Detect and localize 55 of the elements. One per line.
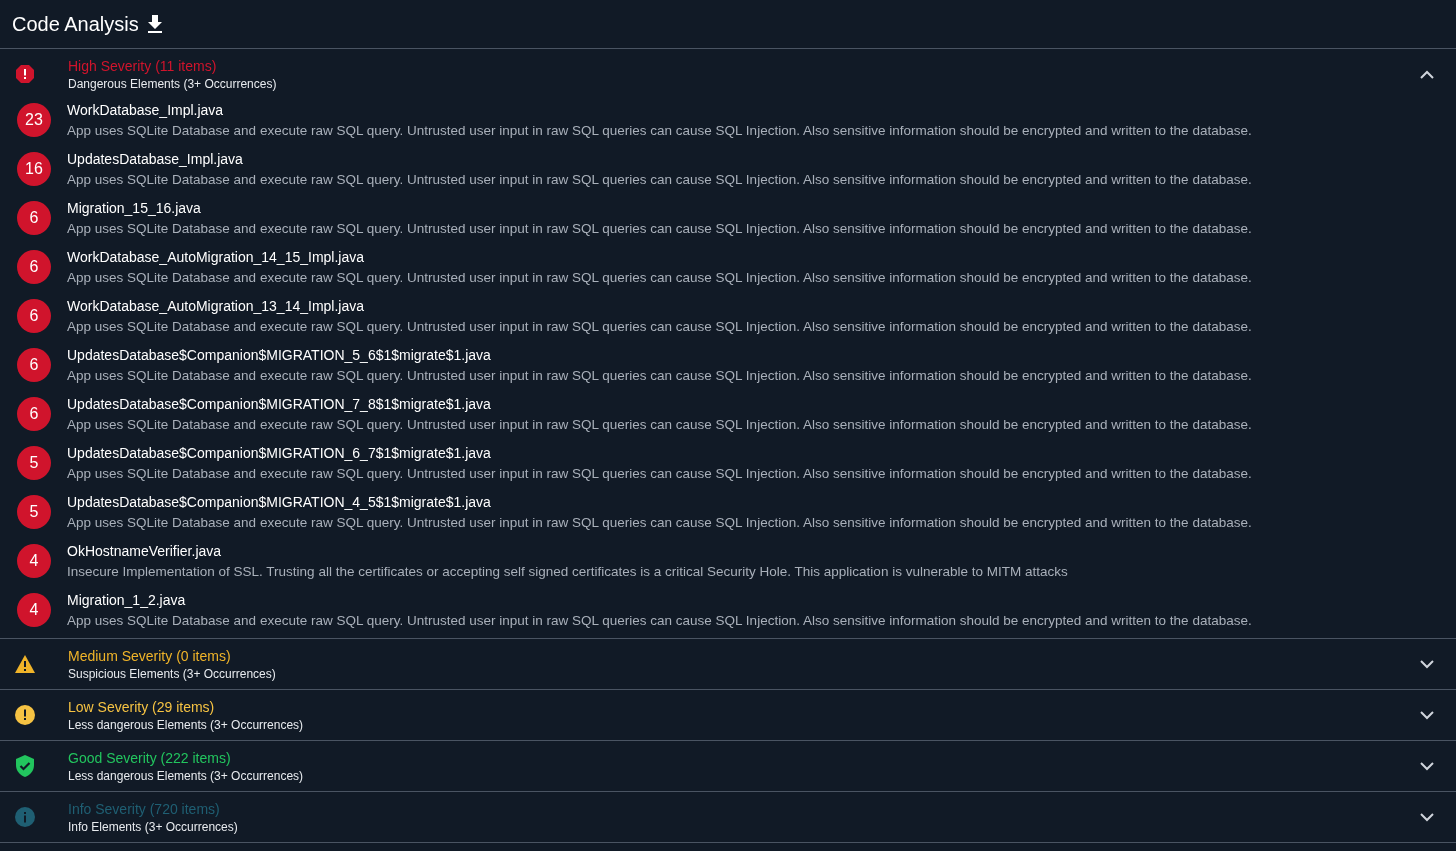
- severity-title: Good Severity (222 items): [68, 749, 232, 766]
- count-badge: 23: [17, 102, 51, 137]
- chevron-down-icon[interactable]: [1420, 812, 1434, 822]
- severity-section-header[interactable]: Medium Severity (0 items) Suspicious Elements (3+ Occurrences): [0, 639, 1456, 689]
- severity-subtitle: Less dangerous Elements (3+ Occurrences): [68, 768, 305, 783]
- count-badge: 4: [17, 543, 51, 578]
- severity-section-header[interactable]: Good Severity (222 items) Less dangerous Elements (3+ Occurrences): [0, 741, 1456, 791]
- count-badge: 5: [17, 445, 51, 480]
- count-badge: 6: [17, 298, 51, 333]
- issue-description: App uses SQLite Database and execute raw SQL query. Untrusted user input in raw SQL queries can cause SQL Injection. Also sensitive information should be encrypted and written to the database.: [67, 514, 1252, 530]
- count-badge: 6: [17, 396, 51, 431]
- issue-description: Insecure Implementation of SSL. Trusting all the certificates or accepting self signed certificates is a critical Security Hole. This application is vulnerable to MITM attacks: [67, 563, 1068, 579]
- file-name[interactable]: UpdatesDatabase$Companion$MIGRATION_7_8$1$migrate$1.java: [67, 395, 1252, 412]
- issue-description: App uses SQLite Database and execute raw SQL query. Untrusted user input in raw SQL queries can cause SQL Injection. Also sensitive information should be encrypted and written to the database.: [67, 171, 1252, 187]
- issue-description: App uses SQLite Database and execute raw SQL query. Untrusted user input in raw SQL queries can cause SQL Injection. Also sensitive information should be encrypted and written to the database.: [67, 612, 1252, 628]
- severity-title: Medium Severity (0 items): [68, 647, 232, 664]
- severity-section-header[interactable]: Low Severity (29 items) Less dangerous Elements (3+ Occurrences): [0, 690, 1456, 740]
- issue-description: App uses SQLite Database and execute raw SQL query. Untrusted user input in raw SQL queries can cause SQL Injection. Also sensitive information should be encrypted and written to the database.: [67, 416, 1252, 432]
- file-name[interactable]: UpdatesDatabase$Companion$MIGRATION_4_5$1$migrate$1.java: [67, 493, 1252, 510]
- severity-subtitle: Info Elements (3+ Occurrences): [68, 819, 239, 834]
- count-badge: 16: [17, 151, 51, 186]
- chevron-down-icon[interactable]: [1420, 710, 1434, 720]
- severity-title: High Severity (11 items): [68, 57, 218, 74]
- severity-subtitle: Less dangerous Elements (3+ Occurrences): [68, 717, 305, 732]
- file-name[interactable]: Migration_1_2.java: [67, 591, 1252, 608]
- file-name[interactable]: UpdatesDatabase$Companion$MIGRATION_5_6$1$migrate$1.java: [67, 346, 1252, 363]
- file-name[interactable]: WorkDatabase_AutoMigration_13_14_Impl.java: [67, 297, 1252, 314]
- file-name[interactable]: UpdatesDatabase$Companion$MIGRATION_6_7$1$migrate$1.java: [67, 444, 1252, 461]
- page-title: Code Analysis: [12, 12, 139, 36]
- chevron-down-icon[interactable]: [1420, 761, 1434, 771]
- issue-description: App uses SQLite Database and execute raw SQL query. Untrusted user input in raw SQL queries can cause SQL Injection. Also sensitive information should be encrypted and written to the database.: [67, 122, 1252, 138]
- file-name[interactable]: OkHostnameVerifier.java: [67, 542, 1068, 559]
- severity-section-header[interactable]: Info Severity (720 items) Info Elements (3+ Occurrences): [0, 792, 1456, 842]
- issue-description: App uses SQLite Database and execute raw SQL query. Untrusted user input in raw SQL queries can cause SQL Injection. Also sensitive information should be encrypted and written to the database.: [67, 220, 1252, 236]
- severity-subtitle: Suspicious Elements (3+ Occurrences): [68, 666, 277, 681]
- issue-description: App uses SQLite Database and execute raw SQL query. Untrusted user input in raw SQL queries can cause SQL Injection. Also sensitive information should be encrypted and written to the database.: [67, 269, 1252, 285]
- count-badge: 6: [17, 347, 51, 382]
- count-badge: 6: [17, 249, 51, 284]
- severity-section-header[interactable]: High Severity (11 items) Dangerous Elements (3+ Occurrences): [0, 49, 1456, 99]
- count-badge: 4: [17, 592, 51, 627]
- chevron-down-icon[interactable]: [1420, 659, 1434, 669]
- file-name[interactable]: UpdatesDatabase_Impl.java: [67, 150, 1252, 167]
- severity-title: Info Severity (720 items): [68, 800, 221, 817]
- count-badge: 5: [17, 494, 51, 529]
- severity-subtitle: Dangerous Elements (3+ Occurrences): [68, 76, 278, 91]
- file-name[interactable]: WorkDatabase_AutoMigration_14_15_Impl.java: [67, 248, 1252, 265]
- file-name[interactable]: Migration_15_16.java: [67, 199, 1252, 216]
- issue-description: App uses SQLite Database and execute raw SQL query. Untrusted user input in raw SQL queries can cause SQL Injection. Also sensitive information should be encrypted and written to the database.: [67, 367, 1252, 383]
- issue-description: App uses SQLite Database and execute raw SQL query. Untrusted user input in raw SQL queries can cause SQL Injection. Also sensitive information should be encrypted and written to the database.: [67, 465, 1252, 481]
- file-name[interactable]: WorkDatabase_Impl.java: [67, 101, 1252, 118]
- download-icon[interactable]: [146, 15, 163, 33]
- count-badge: 6: [17, 200, 51, 235]
- issue-description: App uses SQLite Database and execute raw SQL query. Untrusted user input in raw SQL queries can cause SQL Injection. Also sensitive information should be encrypted and written to the database.: [67, 318, 1252, 334]
- severity-title: Low Severity (29 items): [68, 698, 216, 715]
- chevron-up-icon[interactable]: [1420, 69, 1434, 79]
